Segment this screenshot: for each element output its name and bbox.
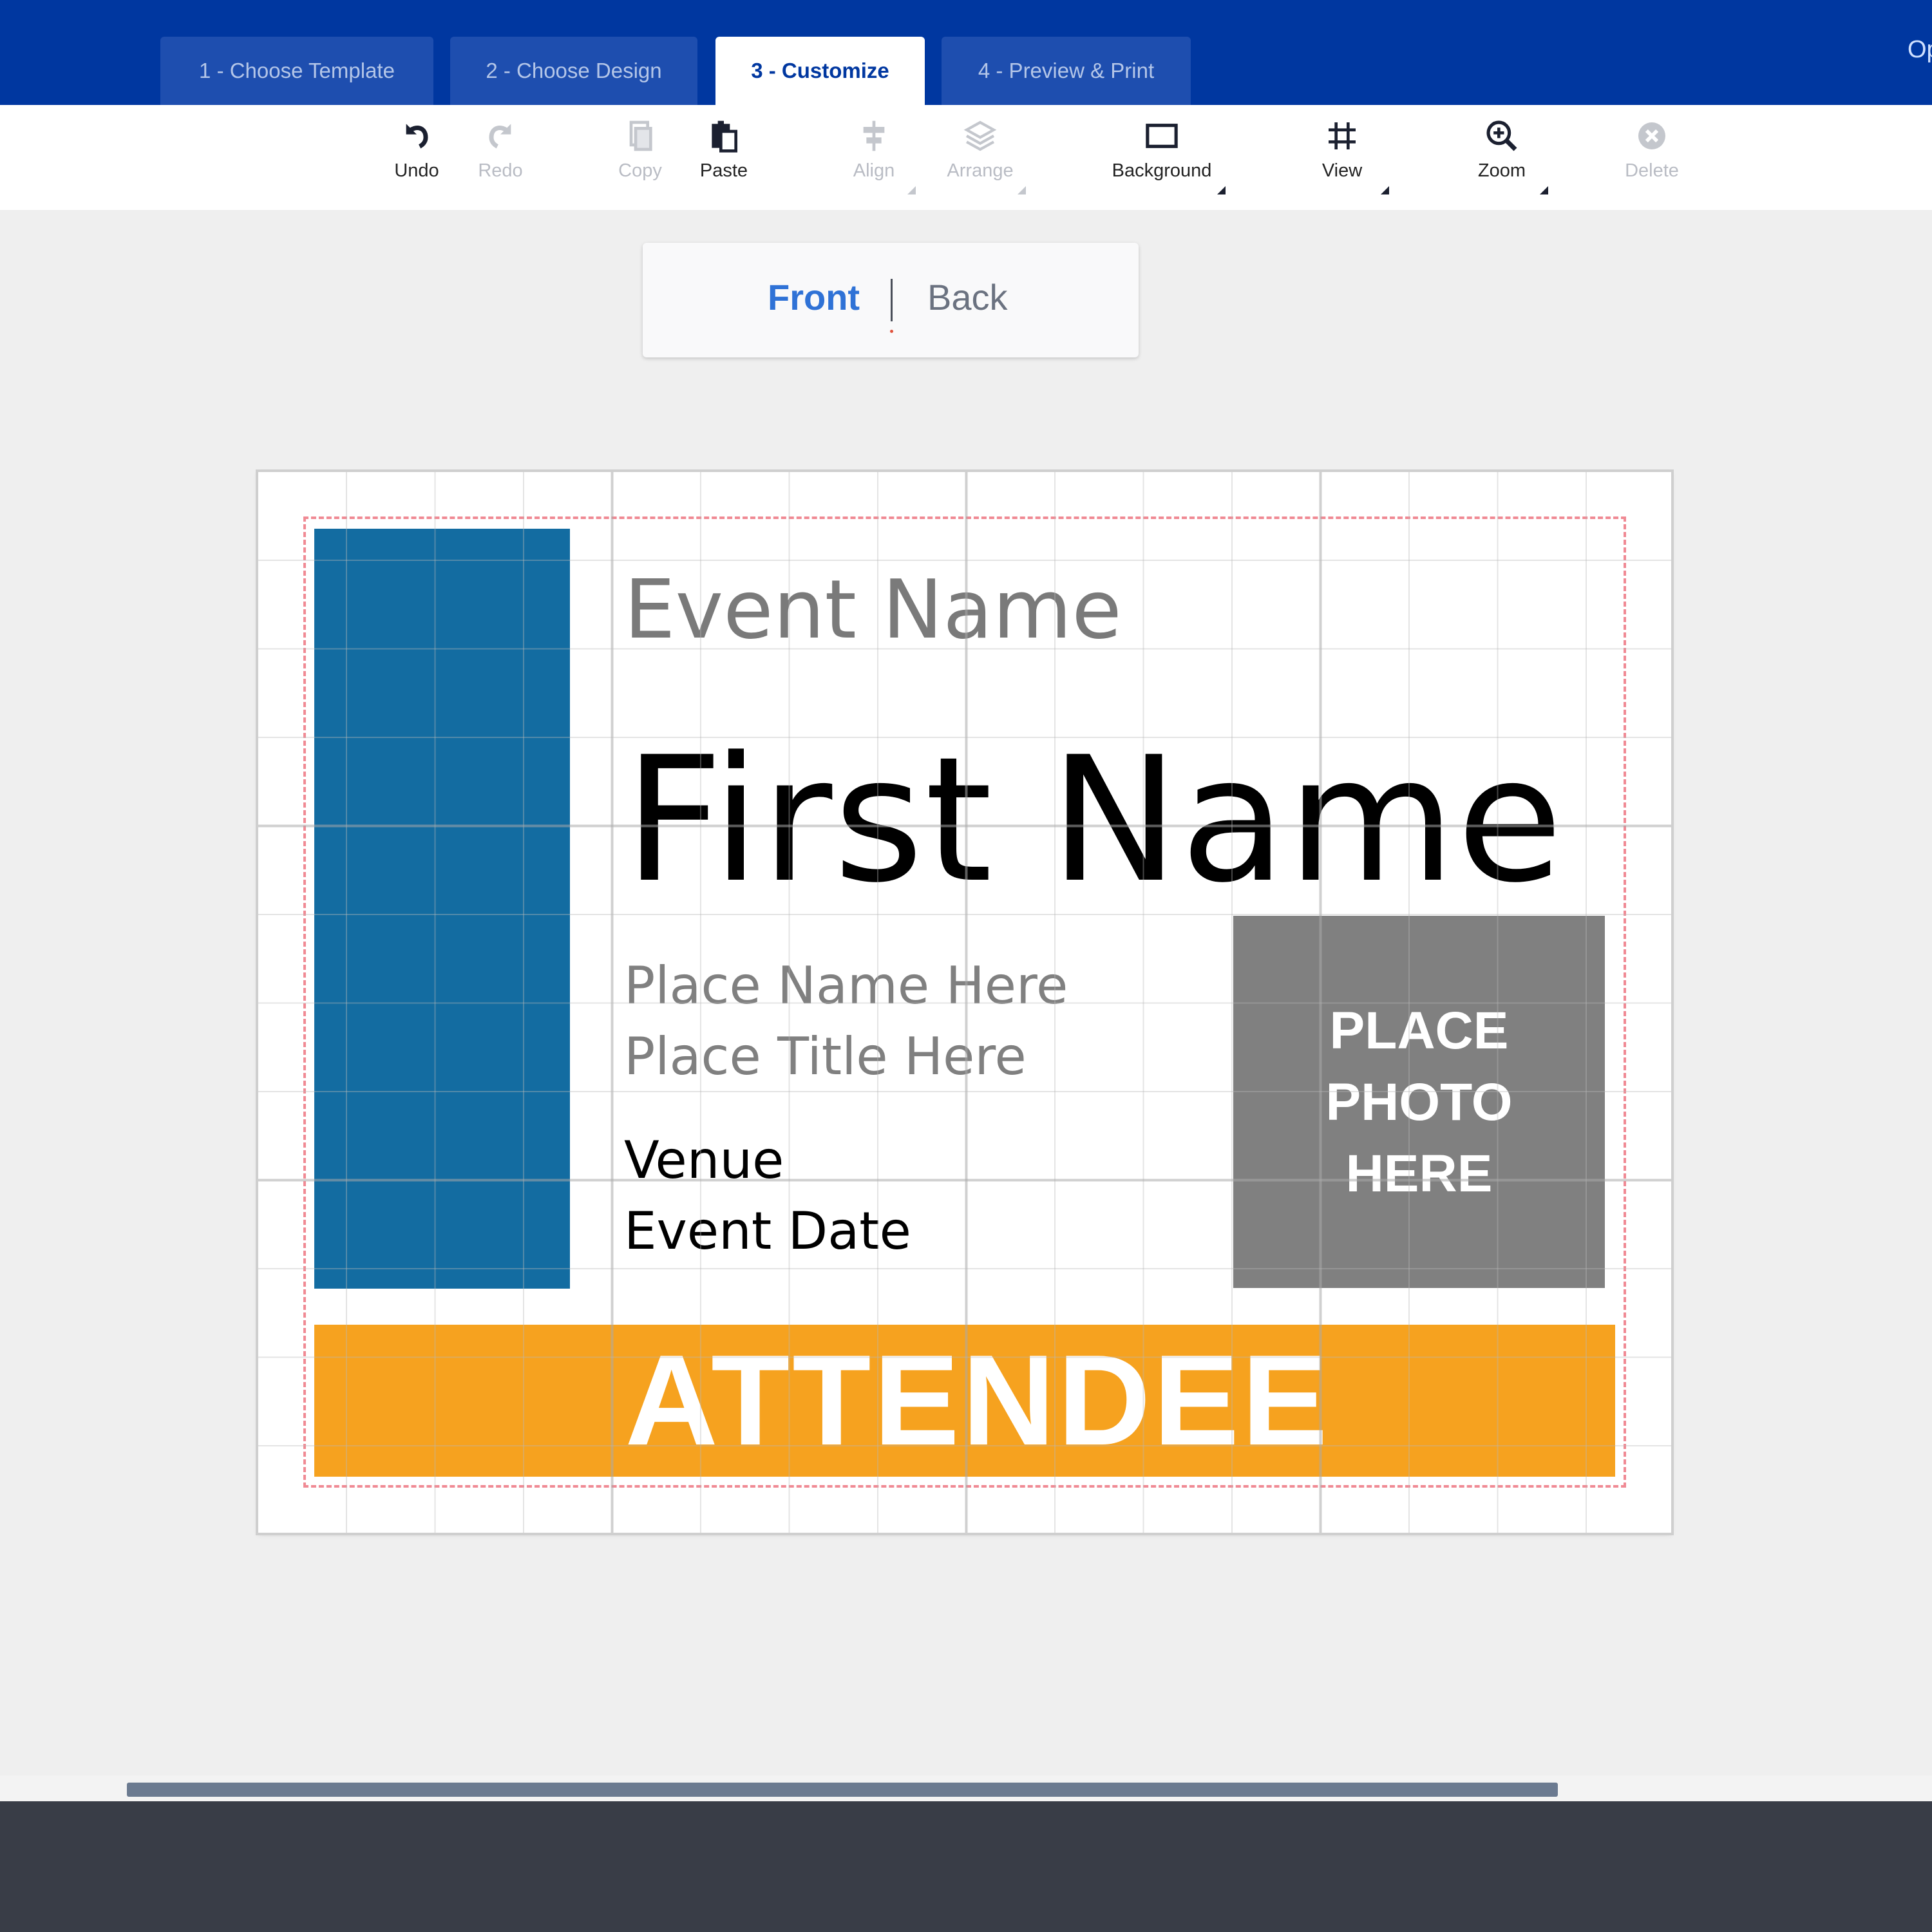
undo-label: Undo [394, 160, 439, 181]
zoom-label: Zoom [1477, 160, 1526, 181]
step-nav-bar: 1 - Choose Template 2 - Choose Design 3 … [0, 0, 1932, 105]
arrange-dropdown-caret [1018, 186, 1026, 194]
step-tab-choose-design[interactable]: 2 - Choose Design [450, 37, 697, 105]
background-button[interactable]: Background [1112, 118, 1226, 195]
front-side-tab[interactable]: Front [768, 276, 860, 318]
paste-button[interactable]: Paste [679, 118, 769, 195]
footer-bar [0, 1801, 1932, 1932]
align-dropdown-caret [907, 186, 916, 194]
align-button[interactable]: Align [829, 118, 919, 195]
paste-icon [712, 120, 737, 153]
redo-label: Redo [478, 160, 523, 181]
arrange-icon [963, 120, 997, 151]
background-icon [1146, 124, 1178, 148]
arrange-label: Arrange [947, 160, 1014, 181]
zoom-dropdown-caret [1540, 186, 1548, 194]
safe-area-guide [303, 516, 1626, 1488]
background-label: Background [1112, 160, 1212, 181]
zoom-in-icon [1486, 120, 1517, 151]
side-switch: Front Back [643, 243, 1139, 357]
copy-icon [629, 120, 652, 151]
view-button[interactable]: View [1297, 118, 1389, 195]
align-label: Align [853, 160, 895, 181]
paste-label: Paste [699, 160, 748, 181]
editor-toolbar: Undo Redo Copy Paste Align Arrange Backg… [0, 105, 1932, 210]
undo-icon [406, 124, 428, 149]
zoom-button[interactable]: Zoom [1457, 118, 1548, 195]
active-side-indicator [890, 330, 893, 333]
undo-button[interactable]: Undo [372, 118, 462, 195]
arrange-button[interactable]: Arrange [935, 118, 1026, 195]
horizontal-scrollbar-thumb[interactable] [127, 1783, 1558, 1797]
delete-icon [1638, 122, 1665, 149]
redo-icon [489, 124, 511, 149]
view-dropdown-caret [1381, 186, 1389, 194]
align-icon [863, 120, 885, 151]
copy-button[interactable]: Copy [595, 118, 685, 195]
top-right-link[interactable]: Op [1908, 36, 1932, 64]
grid-icon [1329, 122, 1356, 149]
step-tab-choose-template[interactable]: 1 - Choose Template [160, 37, 433, 105]
step-tab-customize[interactable]: 3 - Customize [715, 37, 925, 105]
view-label: View [1321, 160, 1363, 181]
delete-button[interactable]: Delete [1607, 118, 1697, 195]
side-divider [891, 279, 893, 321]
redo-button[interactable]: Redo [455, 118, 545, 195]
delete-label: Delete [1625, 160, 1679, 181]
copy-label: Copy [618, 160, 662, 181]
background-dropdown-caret [1217, 186, 1226, 194]
back-side-tab[interactable]: Back [927, 276, 1008, 318]
step-tab-preview-print[interactable]: 4 - Preview & Print [942, 37, 1191, 105]
badge-canvas[interactable]: Event Name First Name Place Name Here Pl… [258, 472, 1671, 1533]
